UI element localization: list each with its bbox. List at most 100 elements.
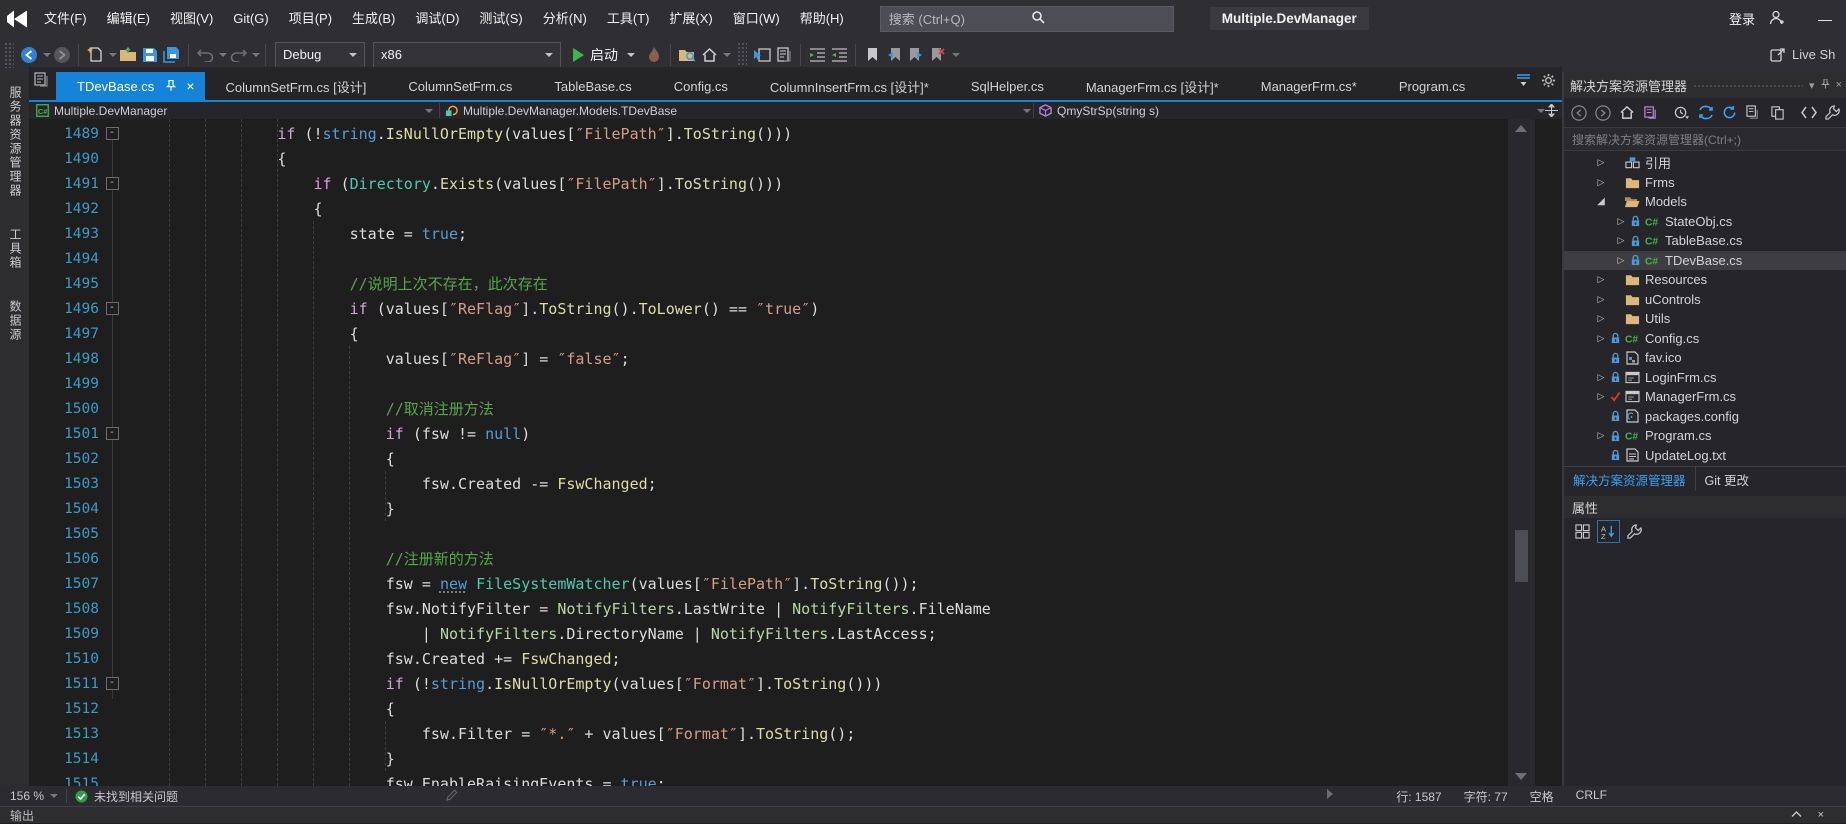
status-line-ending[interactable]: CRLF xyxy=(1576,788,1607,805)
breadcrumb-member[interactable]: QmyStrSp(string s) xyxy=(1039,102,1545,119)
document-tab-7[interactable]: ManagerFrm.cs [设计]* xyxy=(1065,72,1240,100)
se-sync-with-active-document-button[interactable] xyxy=(1695,102,1716,123)
menu-item-6[interactable]: 调试(D) xyxy=(405,6,469,32)
previous-bookmark-button[interactable] xyxy=(883,44,905,66)
scroll-down-arrow[interactable] xyxy=(1515,773,1527,780)
breadcrumb-type[interactable]: Multiple.DevManager.Models.TDevBase xyxy=(445,102,1031,119)
status-spaces[interactable]: 空格 xyxy=(1530,788,1554,805)
solution-explorer-title-bar[interactable]: 解决方案资源管理器 ▾ × xyxy=(1564,72,1846,98)
start-debugging-button[interactable]: 启动 xyxy=(573,45,635,65)
properties-title-bar[interactable]: 属性 xyxy=(1564,496,1846,518)
code-line[interactable]: 1505 xyxy=(29,521,1535,546)
se-back-button[interactable] xyxy=(1568,102,1589,123)
close-tab-icon[interactable]: × xyxy=(186,78,194,94)
tree-item-stateobj-cs[interactable]: ▷C#StateObj.cs xyxy=(1564,212,1846,232)
tree-item-tablebase-cs[interactable]: ▷C#TableBase.cs xyxy=(1564,231,1846,251)
tree-item-ucontrols[interactable]: ▷uControls xyxy=(1564,290,1846,310)
fold-collapse-box[interactable]: - xyxy=(106,302,119,315)
solution-configuration-dropdown[interactable]: Debug xyxy=(275,42,365,68)
tree-collapsed-arrow-icon[interactable]: ▷ xyxy=(1594,177,1608,188)
se-show-all-files-button[interactable] xyxy=(1767,102,1788,123)
tree-collapsed-arrow-icon[interactable]: ▷ xyxy=(1594,294,1608,305)
sign-in-button[interactable]: 登录 xyxy=(1729,9,1755,28)
code-line[interactable]: 1491- if (Directory.Exists(values[″FileP… xyxy=(29,171,1535,196)
output-panel-label[interactable]: 输出 xyxy=(10,807,34,824)
se-home-button[interactable] xyxy=(1616,102,1637,123)
minimize-button[interactable]: — xyxy=(1818,11,1832,27)
navigate-to-cursor-button[interactable] xyxy=(751,44,773,66)
document-tab-3[interactable]: TableBase.cs xyxy=(533,72,652,100)
menu-item-5[interactable]: 生成(B) xyxy=(342,6,405,32)
navigate-back-dropdown[interactable] xyxy=(43,53,51,57)
document-tab-6[interactable]: SqlHelper.cs xyxy=(950,72,1065,100)
editor-vertical-scrollbar[interactable] xyxy=(1508,119,1535,786)
open-file-button[interactable] xyxy=(117,44,139,66)
tree-collapsed-arrow-icon[interactable]: ▷ xyxy=(1594,333,1608,344)
tree-item-updatelog-txt[interactable]: UpdateLog.txt xyxy=(1564,446,1846,466)
solution-explorer-search-box[interactable]: 搜索解决方案资源管理器(Ctrl+;) xyxy=(1564,127,1846,151)
code-line[interactable]: 1501- if (fsw != null) xyxy=(29,421,1535,446)
code-line[interactable]: 1497 { xyxy=(29,321,1535,346)
toolbar-drag-handle-2[interactable] xyxy=(737,42,747,68)
menu-item-7[interactable]: 测试(S) xyxy=(469,6,532,32)
se-forward-button[interactable] xyxy=(1592,102,1613,123)
window-position-chevron-icon[interactable]: ▾ xyxy=(1809,79,1815,92)
document-tab-5[interactable]: ColumnInsertFrm.cs [设计]* xyxy=(749,72,950,100)
horizontal-scroll-right-arrow[interactable] xyxy=(1327,789,1333,799)
tree-item-managerfrm-cs[interactable]: ▷ManagerFrm.cs xyxy=(1564,387,1846,407)
home-button[interactable] xyxy=(698,44,720,66)
fold-collapse-box[interactable]: - xyxy=(106,427,119,440)
code-line[interactable]: 1515 fsw.EnableRaisingEvents = true; xyxy=(29,771,1535,786)
code-line[interactable]: 1511- if (!string.IsNullOrEmpty(values[″… xyxy=(29,671,1535,696)
document-tab-2[interactable]: ColumnSetFrm.cs xyxy=(387,72,533,100)
redo-dropdown[interactable] xyxy=(252,53,260,57)
document-tab-8[interactable]: ManagerFrm.cs* xyxy=(1240,72,1378,100)
code-line[interactable]: 1509 | NotifyFilters.DirectoryName | Not… xyxy=(29,621,1535,646)
se-properties-button[interactable] xyxy=(1822,102,1843,123)
undo-dropdown[interactable] xyxy=(219,53,227,57)
code-line[interactable]: 1503 fsw.Created -= FswChanged; xyxy=(29,471,1535,496)
tree-collapsed-arrow-icon[interactable]: ▷ xyxy=(1614,255,1628,266)
menu-item-11[interactable]: 窗口(W) xyxy=(723,6,790,32)
tab-overflow-button[interactable] xyxy=(1516,73,1531,93)
menu-item-0[interactable]: 文件(F) xyxy=(34,6,97,32)
se-switch-views-button[interactable] xyxy=(1640,102,1661,123)
code-line[interactable]: 1489- if (!string.IsNullOrEmpty(values[″… xyxy=(29,121,1535,146)
undo-button[interactable] xyxy=(194,44,216,66)
code-line[interactable]: 1499 xyxy=(29,371,1535,396)
fold-collapse-box[interactable]: - xyxy=(106,177,119,190)
code-line[interactable]: 1502 { xyxy=(29,446,1535,471)
code-line[interactable]: 1495 //说明上次不存在，此次存在 xyxy=(29,271,1535,296)
code-line[interactable]: 1504 } xyxy=(29,496,1535,521)
toggle-bookmark-button[interactable] xyxy=(861,44,883,66)
menu-item-3[interactable]: Git(G) xyxy=(223,6,278,32)
split-window-button[interactable] xyxy=(1545,104,1558,120)
hot-reload-button[interactable] xyxy=(643,44,665,66)
close-output-icon[interactable]: × xyxy=(1818,809,1824,821)
redo-button[interactable] xyxy=(227,44,249,66)
tree-collapsed-arrow-icon[interactable]: ▷ xyxy=(1594,372,1608,383)
scroll-up-arrow[interactable] xyxy=(1515,125,1527,132)
breadcrumb-project[interactable]: C# Multiple.DevManager xyxy=(36,102,433,119)
tree-item-loginfrm-cs[interactable]: ▷LoginFrm.cs xyxy=(1564,368,1846,388)
quick-search-box[interactable]: 搜索 (Ctrl+Q) xyxy=(880,6,1174,32)
left-strip-tab-2[interactable]: 数据源 xyxy=(7,290,24,352)
menu-item-8[interactable]: 分析(N) xyxy=(533,6,597,32)
menu-item-9[interactable]: 工具(T) xyxy=(597,6,660,32)
code-line[interactable]: 1513 fsw.Filter = ″*.″ + values[″Format″… xyxy=(29,721,1535,746)
live-share-button[interactable]: Live Sh xyxy=(1770,37,1846,72)
document-health-indicator[interactable]: 未找到相关问题 xyxy=(75,788,178,805)
se-view-code-button[interactable] xyxy=(1798,102,1819,123)
props-alphabetical-sort-button[interactable]: AZ xyxy=(1597,520,1620,543)
tree-item--[interactable]: ▷引用 xyxy=(1564,153,1846,173)
menu-item-4[interactable]: 项目(P) xyxy=(279,6,342,32)
navigate-back-button[interactable] xyxy=(18,44,40,66)
left-strip-tab-1[interactable]: 工具箱 xyxy=(7,218,24,280)
increase-indent-button[interactable] xyxy=(828,44,850,66)
decrease-indent-button[interactable] xyxy=(806,44,828,66)
document-tab-4[interactable]: Config.cs xyxy=(653,72,749,100)
code-line[interactable]: 1506 //注册新的方法 xyxy=(29,546,1535,571)
tree-collapsed-arrow-icon[interactable]: ▷ xyxy=(1594,157,1608,168)
document-tab-1[interactable]: ColumnSetFrm.cs [设计] xyxy=(205,72,388,100)
left-strip-tab-0[interactable]: 服务器资源管理器 xyxy=(7,76,24,208)
